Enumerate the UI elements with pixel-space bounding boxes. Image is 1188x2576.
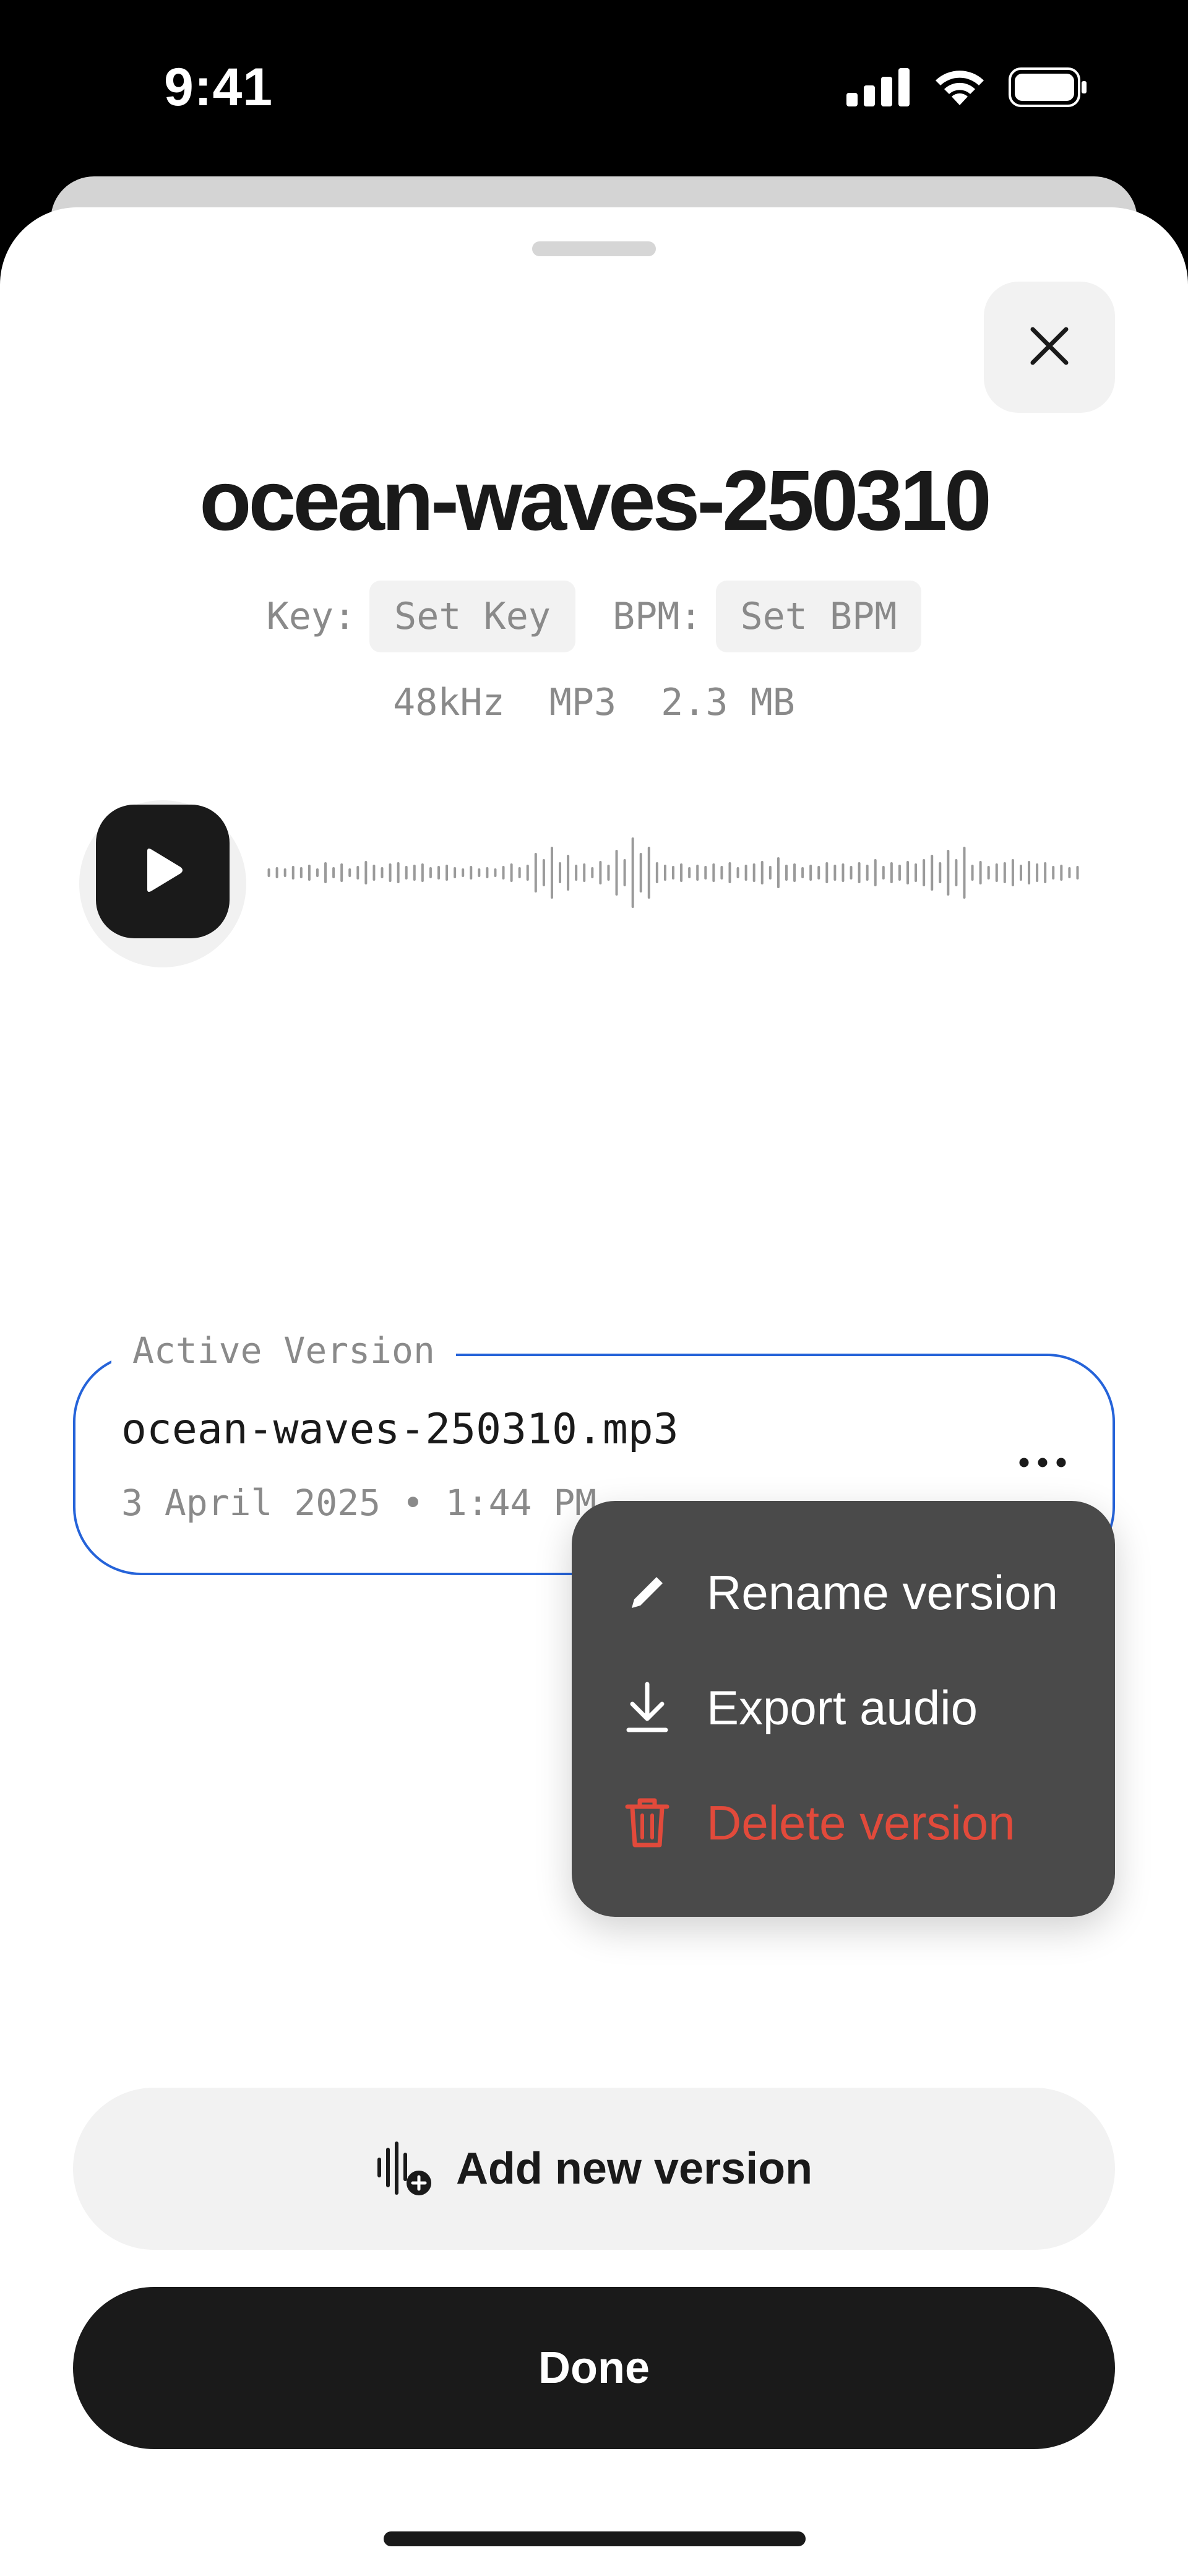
status-time: 9:41	[164, 58, 273, 117]
wifi-icon	[932, 67, 988, 111]
active-version-label: Active Version	[111, 1329, 456, 1372]
add-new-version-button[interactable]: Add new version	[73, 2088, 1115, 2250]
set-bpm-button[interactable]: Set BPM	[715, 581, 922, 652]
file-size: 2.3 MB	[661, 681, 795, 724]
menu-item-export[interactable]: Export audio	[621, 1671, 978, 1745]
file-info: 48kHz MP3 2.3 MB	[0, 681, 1188, 724]
close-icon	[1028, 324, 1071, 371]
home-indicator	[384, 2531, 806, 2546]
status-icons	[846, 67, 1089, 111]
context-menu: Rename version Export audio Delete versi…	[572, 1501, 1115, 1917]
sheet-grabber[interactable]	[532, 241, 656, 256]
version-date: 3 April 2025 • 1:44 PM	[121, 1482, 597, 1524]
trash-icon	[621, 1797, 673, 1849]
done-label: Done	[538, 2343, 650, 2393]
play-icon	[141, 847, 184, 896]
menu-item-rename[interactable]: Rename version	[621, 1555, 1058, 1630]
add-new-version-label: Add new version	[455, 2144, 813, 2193]
key-label: Key:	[266, 595, 356, 638]
sample-rate: 48kHz	[393, 681, 505, 724]
file-format: MP3	[549, 681, 617, 724]
download-icon	[621, 1682, 673, 1734]
cellular-signal-icon	[846, 68, 911, 110]
set-key-button[interactable]: Set Key	[369, 581, 575, 652]
metadata-row: Key: Set Key BPM: Set BPM	[0, 581, 1188, 652]
close-button[interactable]	[984, 282, 1115, 413]
pencil-icon	[621, 1567, 673, 1619]
more-horizontal-icon	[1019, 1458, 1066, 1471]
menu-item-label: Export audio	[707, 1680, 978, 1735]
battery-icon	[1009, 67, 1089, 110]
play-button[interactable]	[96, 805, 230, 938]
page-title: ocean-waves-250310	[199, 453, 992, 548]
done-button[interactable]: Done	[73, 2287, 1115, 2449]
status-bar: 9:41	[0, 0, 1188, 179]
menu-item-label: Rename version	[707, 1565, 1058, 1620]
version-filename: ocean-waves-250310.mp3	[121, 1405, 679, 1454]
menu-item-delete[interactable]: Delete version	[621, 1786, 1015, 1860]
more-options-button[interactable]	[1009, 1442, 1077, 1485]
waveform[interactable]	[265, 823, 1082, 922]
bpm-label: BPM:	[613, 595, 702, 638]
menu-item-label: Delete version	[707, 1795, 1015, 1850]
waveform-plus-icon	[376, 2141, 433, 2197]
